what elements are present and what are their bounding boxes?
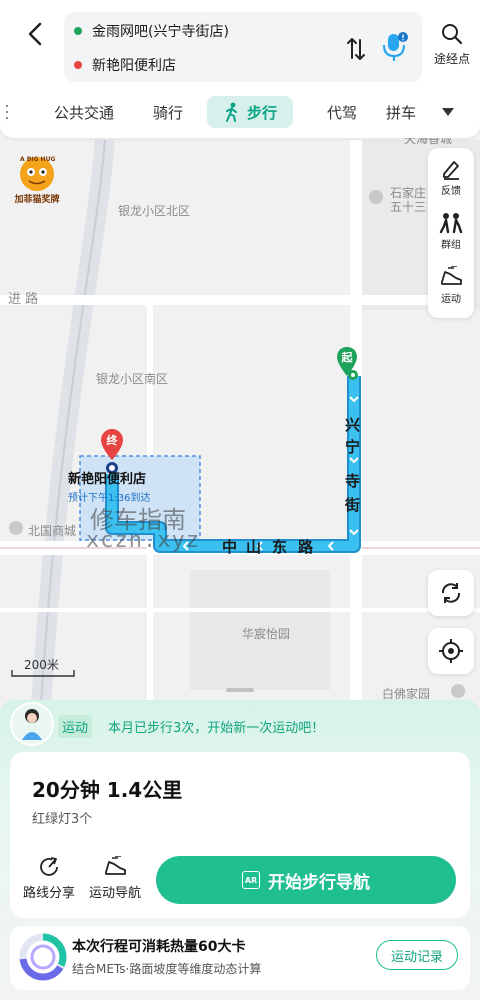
group-people-icon bbox=[439, 213, 463, 234]
origin-dot-icon bbox=[74, 27, 82, 35]
tab-public-transit[interactable]: 公共交通 bbox=[44, 96, 124, 128]
start-walking-navigation-button[interactable]: AR 开始步行导航 bbox=[156, 856, 456, 904]
expand-tabs-icon[interactable] bbox=[440, 106, 456, 118]
refresh-icon bbox=[441, 583, 461, 603]
edit-pen-icon bbox=[443, 161, 459, 180]
street-char: 寺 bbox=[345, 472, 361, 490]
scroll-fade bbox=[6, 104, 10, 119]
waypoint-button[interactable]: 途经点 bbox=[430, 18, 474, 78]
feedback-label: 反馈 bbox=[441, 186, 461, 197]
calorie-card: 本次行程可消耗热量60大卡 结合METs·路面坡度等维度动态计算 运动记录 bbox=[10, 926, 470, 990]
swap-icon[interactable] bbox=[345, 36, 367, 62]
destination-text: 新艳阳便利店 bbox=[92, 58, 176, 74]
sport-record-button[interactable]: 运动记录 bbox=[376, 940, 458, 970]
dest-name-label: 新艳阳便利店 bbox=[68, 472, 147, 487]
sport-navigation-label: 运动导航 bbox=[88, 886, 141, 901]
street-char: 兴 bbox=[345, 416, 361, 434]
ar-icon: AR bbox=[242, 871, 260, 889]
tab-designated-driver[interactable]: 代驾 bbox=[312, 96, 372, 128]
map-label-road: 进 路 bbox=[8, 292, 39, 307]
calorie-subtitle: 结合METs·路面坡度等维度动态计算 bbox=[72, 962, 262, 976]
map-label-yinlong-south: 银龙小区南区 bbox=[96, 372, 169, 386]
calorie-title: 本次行程可消耗热量60大卡 bbox=[72, 939, 246, 955]
road-char: 山 bbox=[246, 538, 262, 556]
share-icon bbox=[40, 857, 58, 876]
locate-crosshair-icon bbox=[439, 639, 463, 663]
tab-walking[interactable]: 步行 bbox=[207, 96, 293, 128]
group-button[interactable]: 群组 bbox=[428, 212, 474, 251]
search-icon bbox=[442, 24, 463, 45]
sport-label: 运动 bbox=[441, 294, 461, 305]
traffic-lights-count: 红绿灯3个 bbox=[32, 812, 93, 827]
start-marker[interactable]: 起 bbox=[336, 346, 358, 380]
calorie-ring-icon bbox=[19, 933, 67, 981]
sport-navigation-button[interactable]: 运动导航 bbox=[84, 856, 146, 901]
voice-mic-icon[interactable] bbox=[378, 30, 410, 64]
street-char: 宁 bbox=[345, 438, 361, 456]
tab-walking-label: 步行 bbox=[246, 103, 277, 122]
duration-distance: 20分钟 1.4公里 bbox=[32, 778, 183, 802]
walking-icon bbox=[225, 102, 237, 122]
tab-cycling[interactable]: 骑行 bbox=[136, 96, 200, 128]
map-label-yinlong-north: 银龙小区北区 bbox=[118, 204, 191, 218]
back-icon[interactable] bbox=[22, 18, 50, 50]
road-char: 路 bbox=[298, 538, 314, 556]
map-label-wushisan: 五十三 bbox=[390, 200, 427, 214]
watermark-en: xczn.xyz bbox=[86, 528, 200, 553]
map-side-tools: 反馈 群组 运动 bbox=[428, 148, 474, 318]
sport-badge: 运动 bbox=[58, 715, 93, 738]
street-char: 街 bbox=[345, 496, 361, 514]
origin-text: 金雨网吧(兴宁寺街店) bbox=[92, 24, 229, 40]
route-header: 金雨网吧(兴宁寺街店) 新艳阳便利店 途经点 bbox=[0, 0, 480, 86]
transport-mode-tabs: 公共交通 骑行 步行 代驾 拼车 bbox=[0, 86, 480, 138]
origin-field[interactable]: 金雨网吧(兴宁寺街店) bbox=[74, 20, 229, 42]
brand-logo: A BIG HUG 加菲猫奖牌 bbox=[14, 156, 60, 205]
group-label: 群组 bbox=[441, 240, 461, 251]
route-share-button[interactable]: 路线分享 bbox=[18, 856, 80, 901]
sport-button[interactable]: 运动 bbox=[428, 266, 474, 305]
road-char: 中 bbox=[222, 538, 238, 556]
waypoint-label: 途经点 bbox=[433, 52, 470, 66]
route-summary-card: 20分钟 1.4公里 红绿灯3个 路线分享 运动导航 AR 开始步行导航 bbox=[10, 752, 470, 918]
road-char: 东 bbox=[272, 538, 288, 556]
map-label-huachen: 华宸怡园 bbox=[242, 627, 291, 641]
start-dot bbox=[348, 370, 358, 380]
running-shoe-icon bbox=[441, 266, 462, 285]
start-navigation-label: 开始步行导航 bbox=[268, 872, 370, 893]
running-shoe-icon bbox=[105, 856, 126, 875]
more-left-icon bbox=[6, 105, 8, 119]
tab-carpool[interactable]: 拼车 bbox=[386, 96, 426, 128]
scale-label: 200米 bbox=[24, 658, 59, 672]
avatar bbox=[10, 702, 54, 746]
destination-field[interactable]: 新艳阳便利店 bbox=[74, 54, 176, 76]
location-box: 金雨网吧(兴宁寺街店) 新艳阳便利店 bbox=[64, 12, 422, 82]
destination-dot-icon bbox=[74, 61, 82, 69]
locate-me-button[interactable] bbox=[428, 628, 474, 674]
motivation-tip: 本月已步行3次，开始新一次运动吧！ bbox=[108, 721, 325, 736]
map-label-beiguo: 北国商城 bbox=[28, 524, 77, 538]
feedback-button[interactable]: 反馈 bbox=[428, 158, 474, 197]
route-share-label: 路线分享 bbox=[22, 886, 75, 901]
refresh-route-button[interactable] bbox=[428, 570, 474, 616]
